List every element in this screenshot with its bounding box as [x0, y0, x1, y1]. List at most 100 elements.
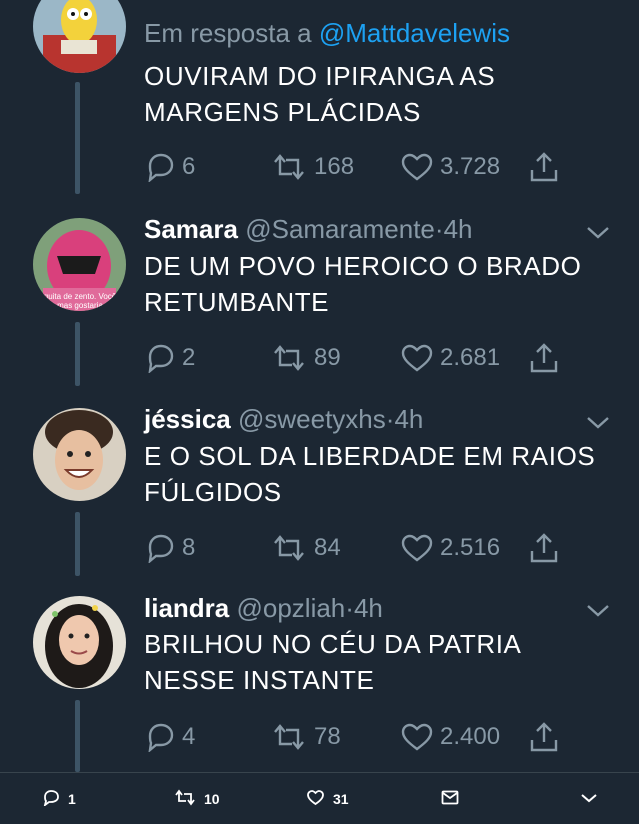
- separator-dot: ·: [345, 593, 354, 623]
- like-icon: [306, 789, 325, 809]
- tweet-actions: 6 168 3.728: [144, 150, 604, 184]
- like-button[interactable]: 3.728: [400, 150, 500, 184]
- retweet-icon: [270, 343, 308, 373]
- tweet-header: liandra @opzliah·4h: [144, 593, 383, 623]
- timestamp[interactable]: 4h: [444, 214, 473, 244]
- reply-count: 6: [182, 153, 196, 180]
- display-name[interactable]: liandra: [144, 593, 229, 623]
- avatar[interactable]: [33, 408, 126, 501]
- reply-context: Em resposta a @Mattdavelewis: [144, 18, 510, 48]
- tweet[interactable]: jéssica @sweetyxhs·4h E O SOL DA LIBERDA…: [0, 390, 639, 580]
- avatar[interactable]: [33, 596, 126, 689]
- retweet-button[interactable]: 89: [270, 341, 341, 375]
- reply-to-label: Em resposta a: [144, 18, 312, 48]
- avatar-caption: quita de zento. Você mas gostaria: [43, 292, 117, 310]
- thread: Em resposta a @Mattdavelewis OUVIRAM DO …: [0, 0, 639, 772]
- reply-icon: [144, 722, 176, 752]
- retweet-button[interactable]: 168: [270, 150, 354, 184]
- thread-line: [75, 82, 80, 194]
- like-icon: [400, 343, 434, 373]
- separator-dot: ·: [434, 214, 444, 244]
- chevron-down-icon[interactable]: [585, 602, 611, 620]
- reply-icon: [144, 343, 176, 373]
- reply-button[interactable]: 2: [144, 341, 195, 375]
- share-icon: [528, 531, 560, 565]
- chevron-down-icon: [580, 791, 598, 807]
- like-icon: [400, 152, 434, 182]
- retweet-icon: [270, 722, 308, 752]
- avatar[interactable]: quita de zento. Você mas gostaria: [33, 218, 126, 311]
- bottom-retweet-button[interactable]: 10: [174, 773, 220, 824]
- like-count: 2.400: [440, 723, 501, 750]
- retweet-count: 168: [314, 153, 355, 180]
- tweet-actions: 4 78 2.400: [144, 720, 604, 754]
- like-count: 2.516: [440, 534, 501, 561]
- thread-line: [75, 322, 80, 386]
- bottom-like-count: 31: [333, 790, 349, 807]
- retweet-count: 89: [314, 344, 341, 371]
- share-icon: [528, 150, 560, 184]
- tweet[interactable]: Em resposta a @Mattdavelewis OUVIRAM DO …: [0, 0, 639, 200]
- chevron-down-icon[interactable]: [585, 414, 611, 432]
- reply-button[interactable]: 4: [144, 720, 195, 754]
- tweet[interactable]: quita de zento. Você mas gostaria Samara…: [0, 200, 639, 390]
- reply-button[interactable]: 6: [144, 150, 195, 184]
- retweet-button[interactable]: 84: [270, 531, 341, 565]
- user-handle[interactable]: @sweetyxhs: [238, 404, 386, 434]
- share-button[interactable]: [528, 720, 560, 754]
- mail-icon: [441, 790, 459, 808]
- thread-line: [75, 512, 80, 576]
- retweet-count: 84: [314, 534, 341, 561]
- tweet-text: E O SOL DA LIBERDADE EM RAIOS FÚLGIDOS: [144, 441, 596, 507]
- like-button[interactable]: 2.516: [400, 531, 500, 565]
- chevron-down-icon[interactable]: [585, 224, 611, 242]
- reply-count: 2: [182, 344, 196, 371]
- bottom-reply-button[interactable]: 1: [42, 773, 76, 824]
- like-button[interactable]: 2.400: [400, 720, 500, 754]
- like-icon: [400, 722, 434, 752]
- tweet-text: BRILHOU NO CÉU DA PATRIA NESSE INSTANTE: [144, 629, 521, 695]
- retweet-icon: [270, 533, 308, 563]
- retweet-icon: [270, 152, 308, 182]
- reply-count: 8: [182, 534, 196, 561]
- tweet[interactable]: liandra @opzliah·4h BRILHOU NO CÉU DA PA…: [0, 580, 639, 772]
- thread-line: [75, 700, 80, 772]
- bottom-reply-count: 1: [68, 790, 76, 807]
- timestamp[interactable]: 4h: [354, 593, 383, 623]
- avatar[interactable]: [33, 0, 126, 73]
- reply-icon: [42, 789, 60, 809]
- like-icon: [400, 533, 434, 563]
- bottom-like-button[interactable]: 31: [306, 773, 349, 824]
- bottom-retweet-count: 10: [204, 790, 220, 807]
- reply-mention-link[interactable]: @Mattdavelewis: [319, 18, 510, 48]
- bottom-message-button[interactable]: [441, 773, 459, 824]
- retweet-icon: [174, 789, 196, 809]
- tweet-actions: 2 89 2.681: [144, 341, 604, 375]
- user-handle[interactable]: @opzliah: [236, 593, 345, 623]
- reply-count: 4: [182, 723, 196, 750]
- tweet-text: DE UM POVO HEROICO O BRADO RETUMBANTE: [144, 251, 582, 317]
- reply-icon: [144, 152, 176, 182]
- reply-button[interactable]: 8: [144, 531, 195, 565]
- share-button[interactable]: [528, 341, 560, 375]
- share-icon: [528, 720, 560, 754]
- tweet-actions: 8 84 2.516: [144, 531, 604, 565]
- like-button[interactable]: 2.681: [400, 341, 500, 375]
- bottom-more-button[interactable]: [580, 773, 598, 824]
- reply-icon: [144, 533, 176, 563]
- share-button[interactable]: [528, 150, 560, 184]
- share-button[interactable]: [528, 531, 560, 565]
- like-count: 2.681: [440, 344, 501, 371]
- retweet-button[interactable]: 78: [270, 720, 341, 754]
- tweet-header: Samara @Samaramente·4h: [144, 214, 473, 244]
- bottom-action-bar: 1 10 31: [0, 772, 639, 824]
- like-count: 3.728: [440, 153, 501, 180]
- retweet-count: 78: [314, 723, 341, 750]
- share-icon: [528, 341, 560, 375]
- tweet-text: OUVIRAM DO IPIRANGA AS MARGENS PLÁCIDAS: [144, 61, 496, 127]
- display-name[interactable]: Samara: [144, 214, 238, 244]
- display-name[interactable]: jéssica: [144, 404, 231, 434]
- tweet-header: jéssica @sweetyxhs·4h: [144, 404, 423, 434]
- user-handle[interactable]: @Samaramente: [245, 214, 435, 244]
- timestamp[interactable]: 4h: [394, 404, 423, 434]
